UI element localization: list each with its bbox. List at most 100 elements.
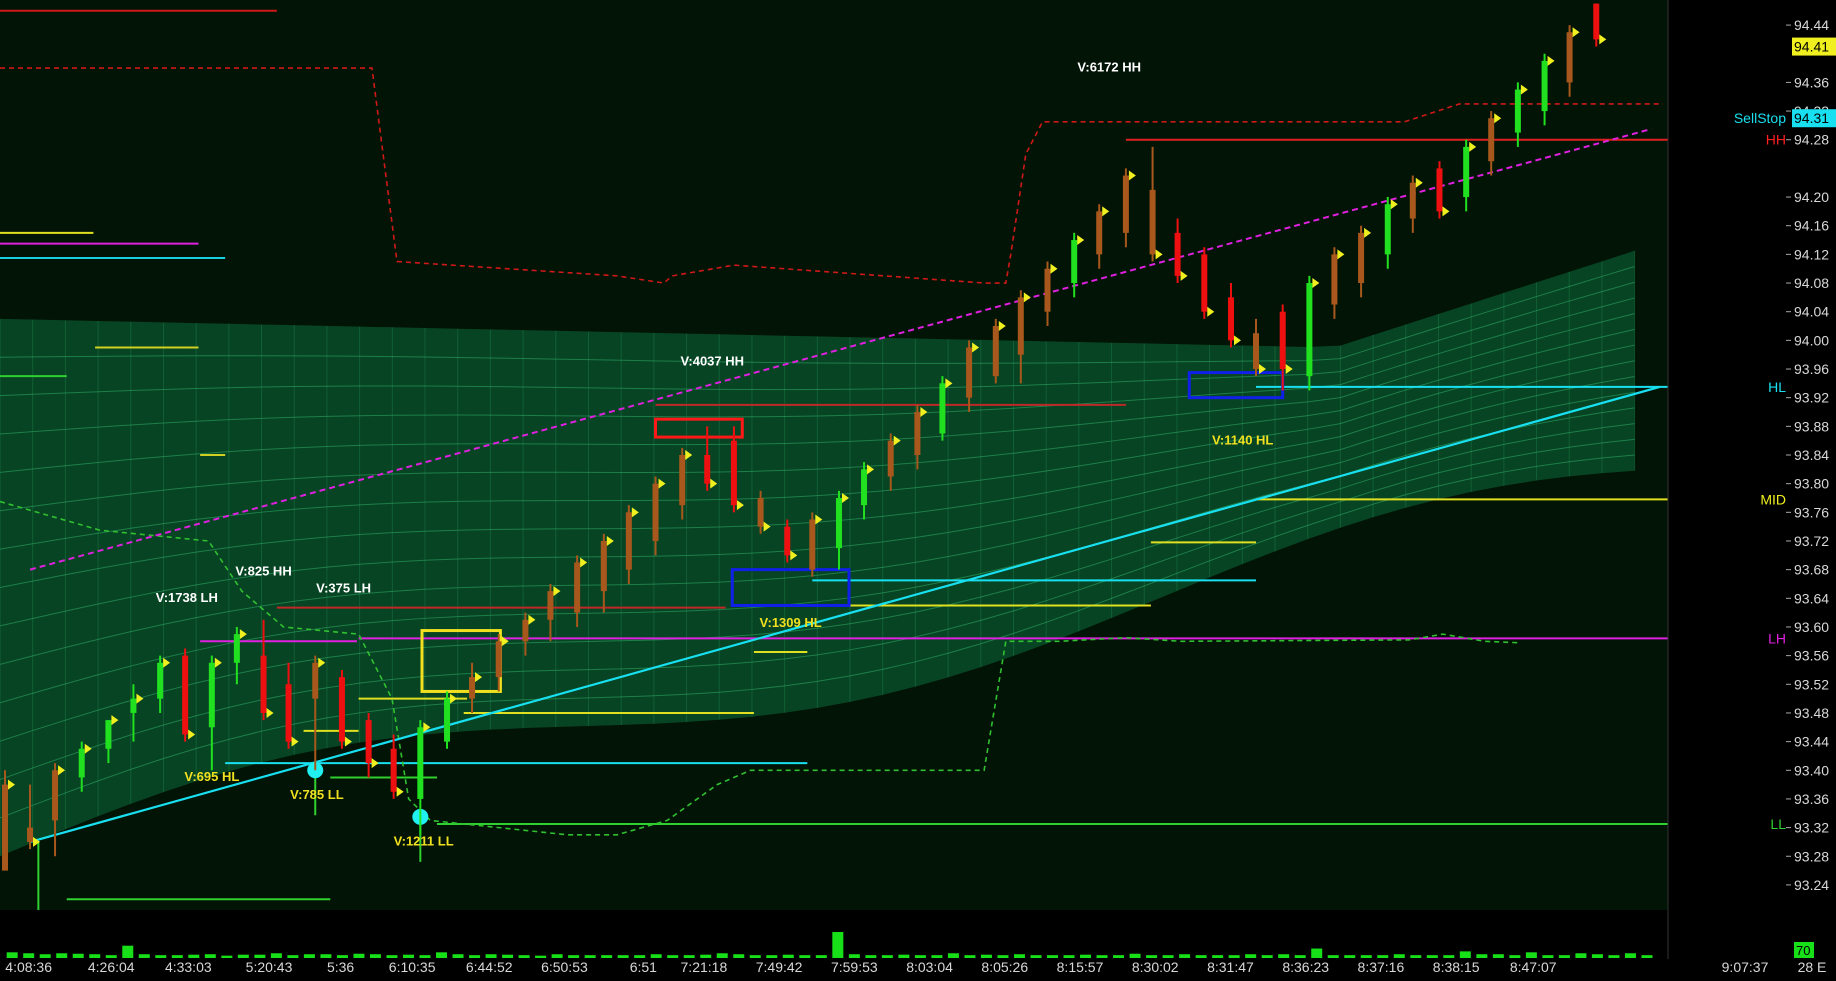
candle-body (887, 440, 894, 477)
volume-bar (89, 954, 101, 958)
volume-bar (1377, 955, 1389, 958)
level-label-ll: LL (1770, 816, 1786, 832)
candle-body (105, 720, 112, 749)
volume-bar (1129, 953, 1141, 958)
volume-bar (650, 954, 662, 958)
candle-body (547, 591, 554, 620)
price-tick-label: 93.44 (1794, 734, 1829, 750)
time-tick-label: 4:33:03 (165, 959, 212, 975)
volume-bar (122, 945, 134, 958)
volume-bar (1261, 955, 1273, 958)
price-tick-label: 94.08 (1794, 275, 1829, 291)
time-tick-label: 8:37:16 (1358, 959, 1405, 975)
volume-bar (105, 955, 117, 958)
candle-body (1514, 89, 1521, 133)
candle-body (1017, 297, 1024, 355)
volume-bar (1030, 955, 1042, 958)
time-tick-label: 5:20:43 (246, 959, 293, 975)
volume-bar (1641, 955, 1653, 958)
time-axis-tail-label: 28 E (1798, 959, 1827, 975)
candle-body (679, 455, 686, 506)
price-tick-label: 93.64 (1794, 590, 1829, 606)
price-axis[interactable]: 94.4494.3694.3294.2894.2094.1694.1294.08… (1667, 0, 1836, 976)
price-tick-label: 93.96 (1794, 361, 1829, 377)
price-chart[interactable]: V:6172 HH V:4037 HH V:1140 HL V:1309 HL V:82… (0, 0, 1836, 976)
volume-bar (237, 954, 249, 958)
volume-annotation-label: V:6172 HH (1077, 60, 1141, 75)
volume-bar (1608, 955, 1620, 958)
price-tick-label: 94.16 (1794, 218, 1829, 234)
price-tick-label: 94.12 (1794, 246, 1829, 262)
candle-body (1279, 311, 1286, 370)
price-tick-label: 93.60 (1794, 619, 1829, 635)
candle-body (1593, 3, 1600, 40)
volume-bar (1624, 953, 1636, 958)
price-tick-label: 93.76 (1794, 504, 1829, 520)
price-tick-label: 94.04 (1794, 304, 1829, 320)
volume-bar (1278, 954, 1290, 958)
volume-bar (733, 954, 745, 958)
volume-bar (303, 954, 315, 958)
volume-bar (204, 954, 216, 958)
volume-bar (6, 952, 18, 958)
candle-body (1071, 240, 1078, 284)
volume-bar (56, 953, 68, 958)
time-tick-label: 8:38:15 (1433, 959, 1480, 975)
volume-bar (601, 955, 613, 958)
volume-bar (171, 955, 183, 958)
candle-body (836, 497, 843, 549)
volume-bar (898, 954, 910, 958)
volume-bar (469, 955, 481, 958)
volume-histogram (0, 910, 1668, 959)
volume-bar (782, 954, 794, 958)
candle-body (1174, 232, 1181, 276)
volume-bar (749, 955, 761, 958)
candle-body (1306, 283, 1313, 377)
volume-bar (1459, 951, 1471, 958)
candle-body (1253, 333, 1260, 370)
sell-stop-value: 94.31 (1794, 110, 1829, 126)
volume-bar (931, 955, 943, 958)
price-tick-label: 93.68 (1794, 562, 1829, 578)
volume-bar (766, 955, 778, 958)
volume-bar (1294, 955, 1306, 958)
volume-bar (1360, 955, 1372, 958)
candle-body (522, 619, 529, 642)
candle-body (444, 698, 451, 742)
volume-bar (1591, 954, 1603, 958)
price-tick-label: 93.32 (1794, 820, 1829, 836)
candle-body (1566, 32, 1573, 83)
volume-bar (39, 954, 51, 958)
price-tick-label: 93.52 (1794, 676, 1829, 692)
time-tick-label: 6:44:52 (466, 959, 513, 975)
price-tick-label: 94.20 (1794, 189, 1829, 205)
volume-bar (881, 955, 893, 958)
candle-body (600, 540, 607, 592)
volume-bar (254, 954, 266, 958)
level-label-lh: LH (1768, 630, 1786, 646)
volume-bar (1195, 955, 1207, 958)
volume-bar (584, 955, 596, 958)
volume-bar (1212, 955, 1224, 958)
candle-body (417, 727, 424, 799)
price-tick-label: 93.84 (1794, 447, 1829, 463)
candle-body (495, 641, 502, 678)
volume-bar (832, 932, 844, 958)
candle-body (52, 770, 59, 821)
volume-bar (683, 955, 695, 958)
time-tick-label: 8:36:23 (1282, 959, 1329, 975)
candle-body (861, 469, 868, 506)
volume-bar (369, 954, 381, 958)
volume-bar (667, 955, 679, 958)
volume-bar (716, 953, 728, 958)
time-tick-label: 5:36 (327, 959, 354, 975)
volume-bar (1575, 953, 1587, 958)
price-tick-label: 94.36 (1794, 74, 1829, 90)
candle-body (1384, 204, 1391, 255)
volume-bar (1542, 955, 1554, 958)
volume-bar (386, 955, 398, 958)
price-tick-label: 93.24 (1794, 877, 1829, 893)
candle-body (233, 634, 240, 663)
time-tick-label: 8:05:26 (981, 959, 1028, 975)
volume-bar (502, 954, 514, 958)
